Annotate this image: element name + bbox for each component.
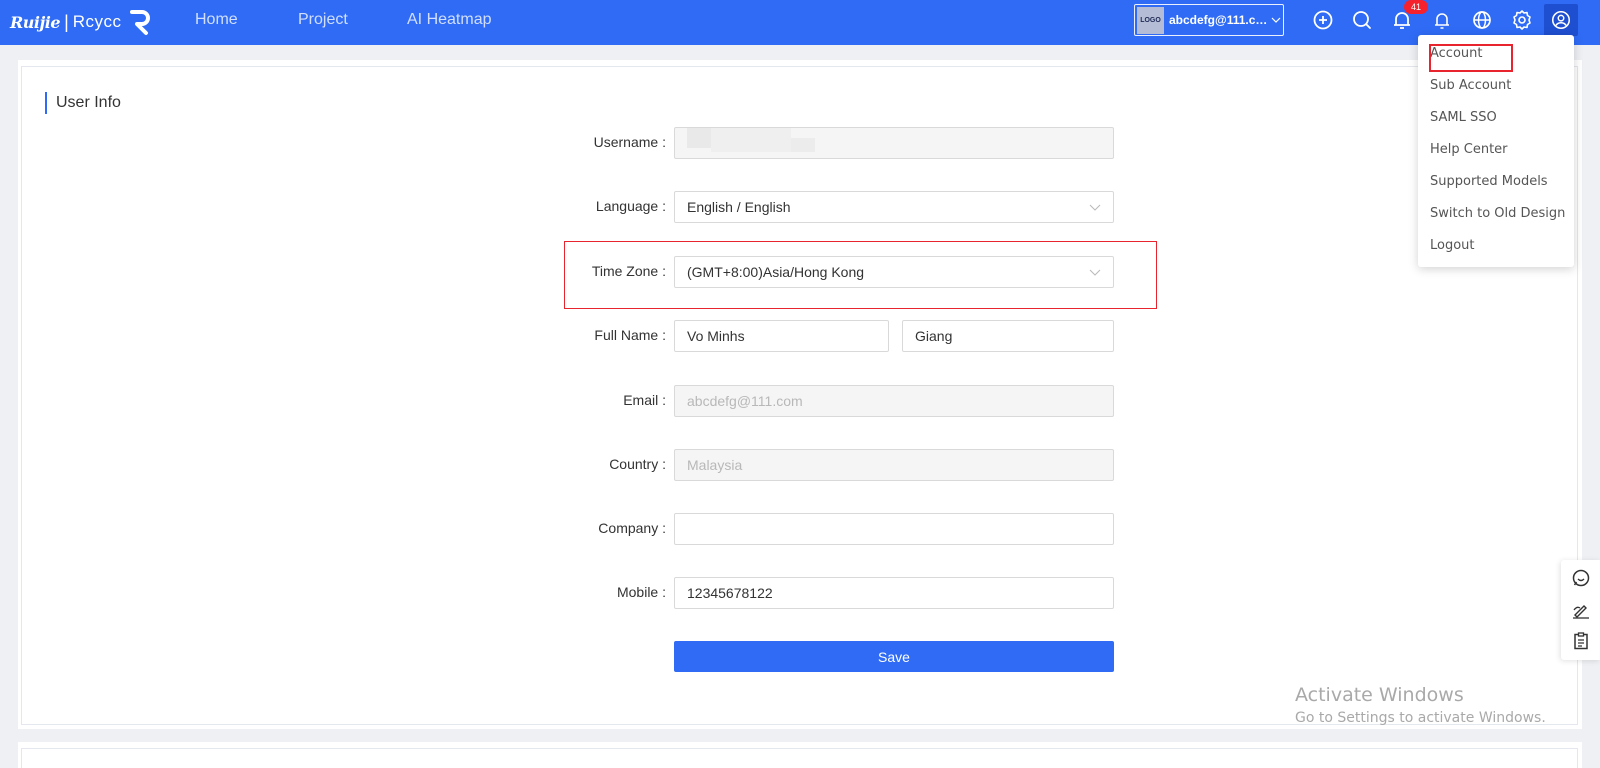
- timezone-value: (GMT+8:00)Asia/Hong Kong: [687, 264, 865, 280]
- redacted-block: [711, 128, 791, 152]
- brand-separator: |: [64, 11, 69, 32]
- bottom-card-panel: [21, 748, 1578, 768]
- menu-item-logout[interactable]: Logout: [1430, 238, 1475, 253]
- chevron-down-icon: [1089, 269, 1101, 276]
- menu-item-supported-models[interactable]: Supported Models: [1430, 174, 1548, 189]
- activate-windows-title: Activate Windows: [1295, 684, 1464, 706]
- add-icon[interactable]: [1311, 8, 1335, 32]
- redacted-block: [791, 138, 815, 152]
- globe-icon[interactable]: [1470, 8, 1494, 32]
- first-name-input[interactable]: [674, 320, 889, 352]
- notification-badge: 41: [1404, 0, 1428, 14]
- redacted-block: [687, 128, 711, 148]
- language-label: Language :: [595, 198, 666, 214]
- language-select[interactable]: English / English: [674, 191, 1114, 223]
- section-title: User Info: [45, 92, 121, 114]
- clipboard-icon[interactable]: [1571, 631, 1591, 651]
- account-highlight: [1429, 44, 1513, 72]
- menu-item-switch-old-design[interactable]: Switch to Old Design: [1430, 206, 1565, 221]
- brand-logo[interactable]: Ruijie | Rcycc: [10, 6, 154, 38]
- brand-ruijie: Ruijie: [10, 12, 61, 32]
- account-logo: LOGO: [1137, 6, 1164, 34]
- mobile-label: Mobile :: [616, 584, 666, 600]
- account-selector[interactable]: LOGO abcdefg@111.com: [1134, 4, 1284, 36]
- menu-item-sub-account[interactable]: Sub Account: [1430, 78, 1511, 93]
- nav-ai-heatmap[interactable]: AI Heatmap: [407, 0, 491, 45]
- email-field: abcdefg@111.com: [674, 385, 1114, 417]
- email-label: Email :: [623, 392, 666, 408]
- menu-item-saml-sso[interactable]: SAML SSO: [1430, 110, 1497, 125]
- side-toolbar: [1561, 560, 1600, 660]
- country-label: Country :: [609, 456, 666, 472]
- nav-project[interactable]: Project: [298, 0, 348, 45]
- user-menu-button[interactable]: [1544, 4, 1578, 36]
- edit-icon[interactable]: [1571, 600, 1591, 620]
- reyee-mark-icon: [129, 10, 150, 35]
- username-field: [674, 127, 1114, 159]
- save-button[interactable]: Save: [674, 641, 1114, 672]
- chevron-down-icon: [1271, 17, 1281, 23]
- username-label: Username :: [593, 134, 666, 150]
- gear-icon[interactable]: [1510, 8, 1534, 32]
- country-field: Malaysia: [674, 449, 1114, 481]
- company-input[interactable]: [674, 513, 1114, 545]
- fullname-label: Full Name :: [594, 327, 666, 343]
- bell-outline-icon[interactable]: [1430, 8, 1454, 32]
- account-email: abcdefg@111.com: [1169, 13, 1269, 27]
- timezone-select[interactable]: (GMT+8:00)Asia/Hong Kong: [674, 256, 1114, 288]
- nav-home[interactable]: Home: [195, 0, 238, 45]
- mobile-input[interactable]: [674, 577, 1114, 609]
- language-value: English / English: [687, 199, 791, 215]
- chat-icon[interactable]: [1571, 568, 1591, 588]
- chevron-down-icon: [1089, 204, 1101, 211]
- activate-windows-subtitle: Go to Settings to activate Windows.: [1295, 710, 1546, 726]
- user-icon: [1551, 10, 1571, 30]
- search-icon[interactable]: [1350, 8, 1374, 32]
- menu-item-help-center[interactable]: Help Center: [1430, 142, 1508, 157]
- last-name-input[interactable]: [902, 320, 1114, 352]
- company-label: Company :: [598, 520, 666, 536]
- timezone-label: Time Zone :: [591, 263, 666, 279]
- brand-reyee: Rcycc: [72, 12, 122, 31]
